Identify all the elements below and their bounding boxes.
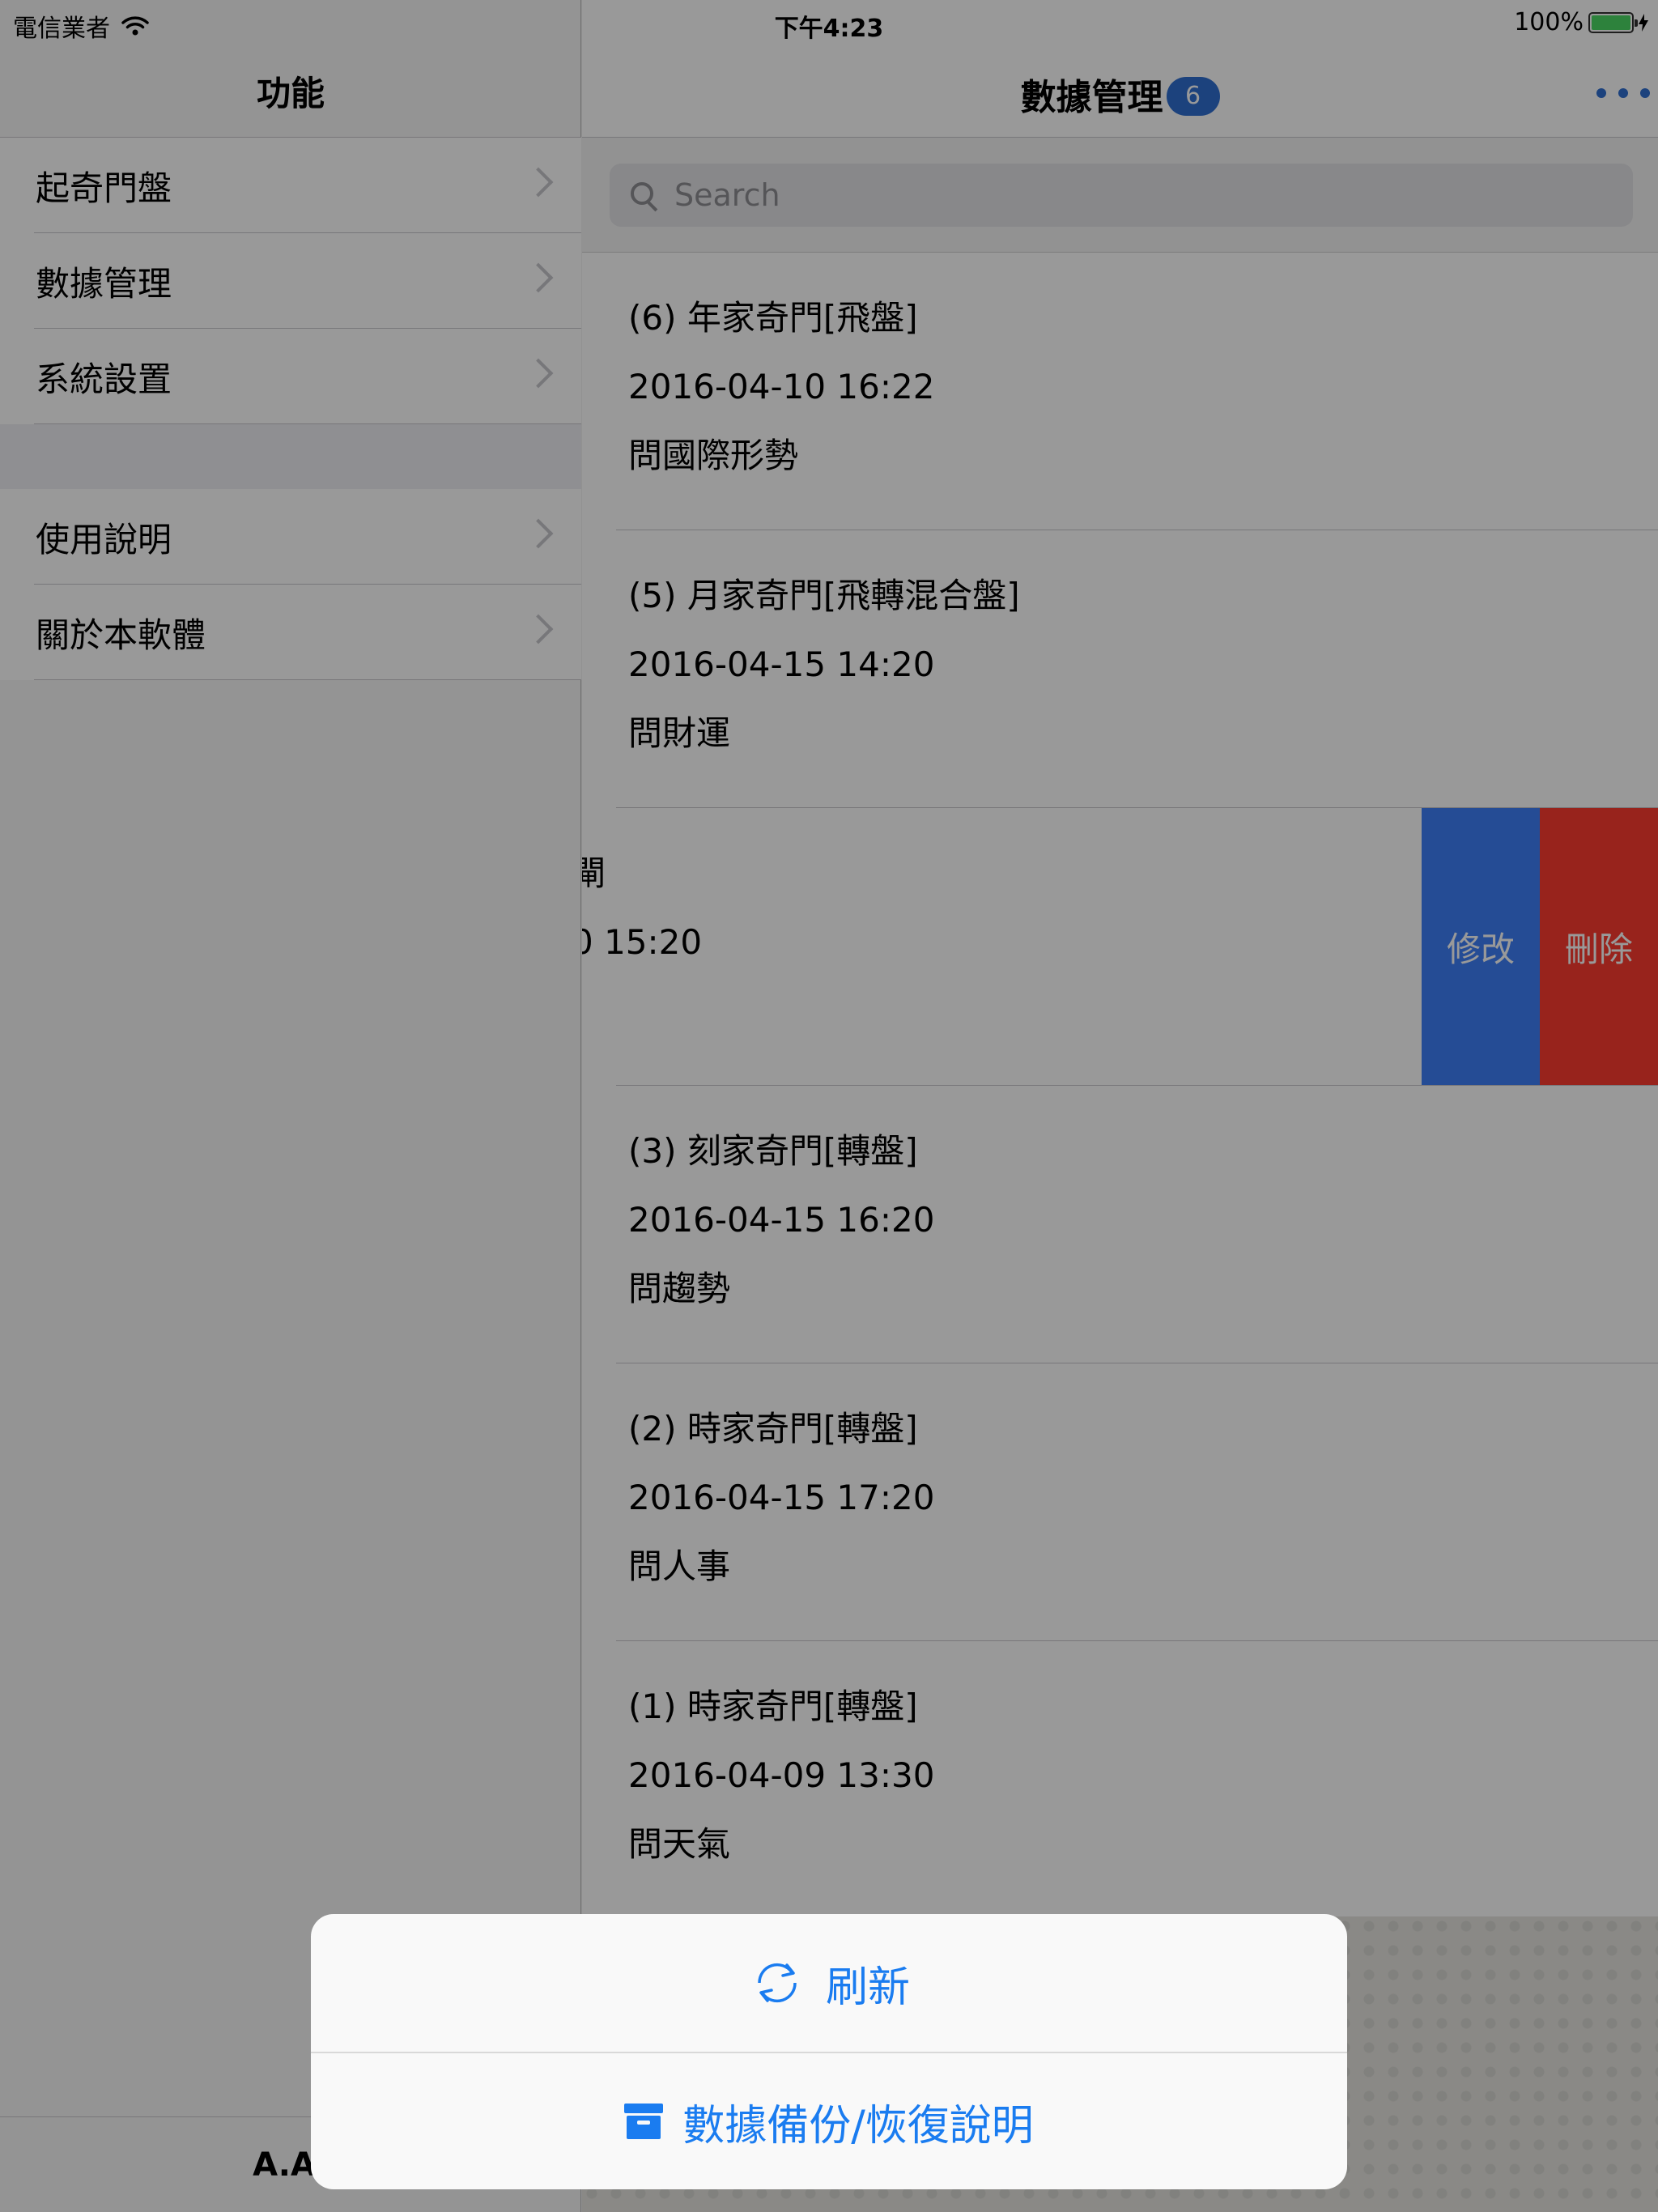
backup-restore-label: 數據備份/恢復說明 (682, 2101, 1034, 2150)
refresh-icon (758, 1963, 797, 2003)
backup-restore-button[interactable]: 數據備份/恢復說明 (311, 2052, 1347, 2189)
refresh-label: 刷新 (825, 1963, 910, 2012)
archive-box-icon (624, 2104, 664, 2139)
refresh-button[interactable]: 刷新 (311, 1914, 1347, 2052)
action-sheet: 刷新 數據備份/恢復說明 (311, 1914, 1347, 2189)
dim-overlay[interactable] (0, 0, 1658, 2212)
